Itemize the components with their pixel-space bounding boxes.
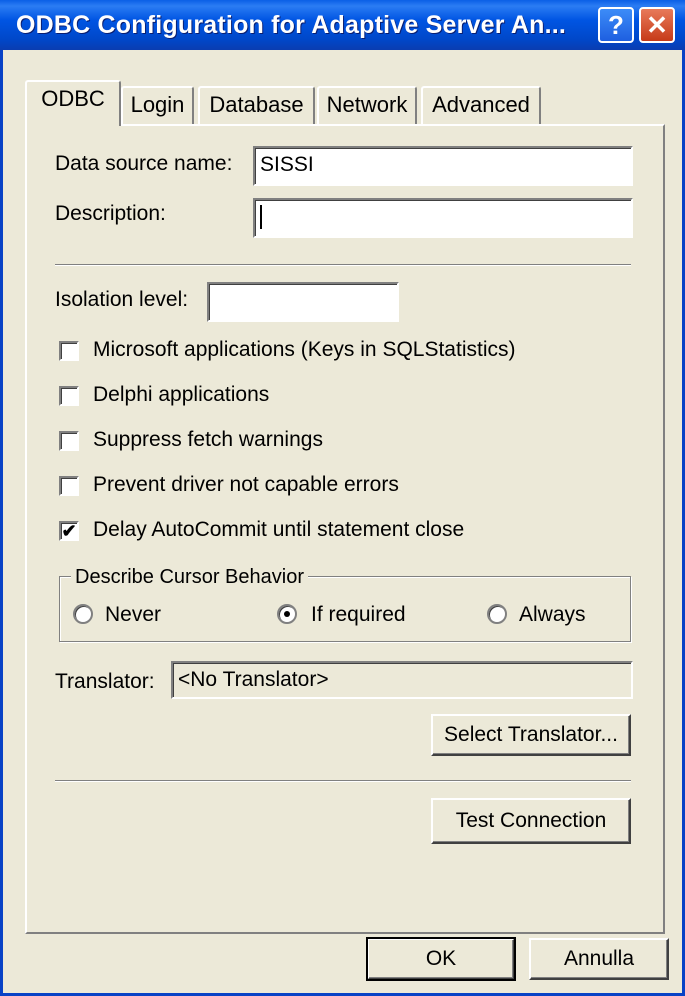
odbc-config-dialog: ODBC Configuration for Adaptive Server A… bbox=[0, 0, 685, 996]
prevent-driver-errors-checkbox[interactable] bbox=[59, 476, 79, 496]
help-button[interactable]: ? bbox=[598, 7, 634, 43]
separator bbox=[55, 780, 631, 782]
radio-always[interactable] bbox=[487, 604, 507, 624]
translator-field: <No Translator> bbox=[171, 661, 633, 699]
text-caret bbox=[260, 205, 262, 230]
tab-label: Database bbox=[209, 92, 304, 117]
suppress-fetch-warnings-label[interactable]: Suppress fetch warnings bbox=[93, 428, 323, 452]
close-button[interactable]: ✕ bbox=[639, 7, 675, 43]
cancel-button[interactable]: Annulla bbox=[529, 938, 669, 980]
close-icon: ✕ bbox=[646, 10, 668, 40]
checkmark-icon: ✔ bbox=[61, 521, 77, 541]
radio-never[interactable] bbox=[73, 604, 93, 624]
tab-odbc[interactable]: ODBC bbox=[25, 80, 121, 126]
radio-if-required-label[interactable]: If required bbox=[311, 603, 406, 627]
delphi-apps-checkbox[interactable] bbox=[59, 386, 79, 406]
tab-login[interactable]: Login bbox=[121, 86, 194, 124]
microsoft-apps-label[interactable]: Microsoft applications (Keys in SQLStati… bbox=[93, 338, 515, 362]
tab-advanced[interactable]: Advanced bbox=[421, 86, 541, 124]
radio-never-label[interactable]: Never bbox=[105, 603, 161, 627]
data-source-name-input[interactable]: SISSI bbox=[253, 146, 633, 186]
description-label: Description: bbox=[55, 202, 166, 225]
radio-always-label[interactable]: Always bbox=[519, 603, 586, 627]
separator bbox=[55, 264, 631, 266]
cursor-behavior-legend: Describe Cursor Behavior bbox=[71, 566, 308, 589]
delay-autocommit-label[interactable]: Delay AutoCommit until statement close bbox=[93, 518, 464, 542]
radio-selected-dot bbox=[284, 611, 290, 617]
microsoft-apps-checkbox[interactable] bbox=[59, 341, 79, 361]
translator-label: Translator: bbox=[55, 670, 155, 693]
test-connection-button[interactable]: Test Connection bbox=[431, 798, 631, 844]
tab-label: Advanced bbox=[432, 92, 530, 117]
suppress-fetch-warnings-checkbox[interactable] bbox=[59, 431, 79, 451]
radio-if-required[interactable] bbox=[277, 604, 297, 624]
help-icon: ? bbox=[608, 10, 624, 40]
tab-label: Network bbox=[326, 92, 408, 117]
title-bar[interactable]: ODBC Configuration for Adaptive Server A… bbox=[0, 0, 685, 50]
description-input[interactable] bbox=[253, 198, 633, 238]
data-source-name-label: Data source name: bbox=[55, 152, 233, 175]
prevent-driver-errors-label[interactable]: Prevent driver not capable errors bbox=[93, 473, 399, 497]
delay-autocommit-checkbox[interactable]: ✔ bbox=[59, 521, 79, 541]
window-title: ODBC Configuration for Adaptive Server A… bbox=[16, 11, 567, 39]
tab-network[interactable]: Network bbox=[317, 86, 417, 124]
isolation-level-label: Isolation level: bbox=[55, 288, 189, 311]
tab-label: Login bbox=[130, 92, 185, 117]
tab-database[interactable]: Database bbox=[198, 86, 315, 124]
delphi-apps-label[interactable]: Delphi applications bbox=[93, 383, 269, 407]
isolation-level-input[interactable] bbox=[207, 282, 399, 322]
select-translator-button[interactable]: Select Translator... bbox=[431, 714, 631, 756]
ok-button[interactable]: OK bbox=[366, 937, 516, 981]
tab-label: ODBC bbox=[41, 86, 105, 111]
